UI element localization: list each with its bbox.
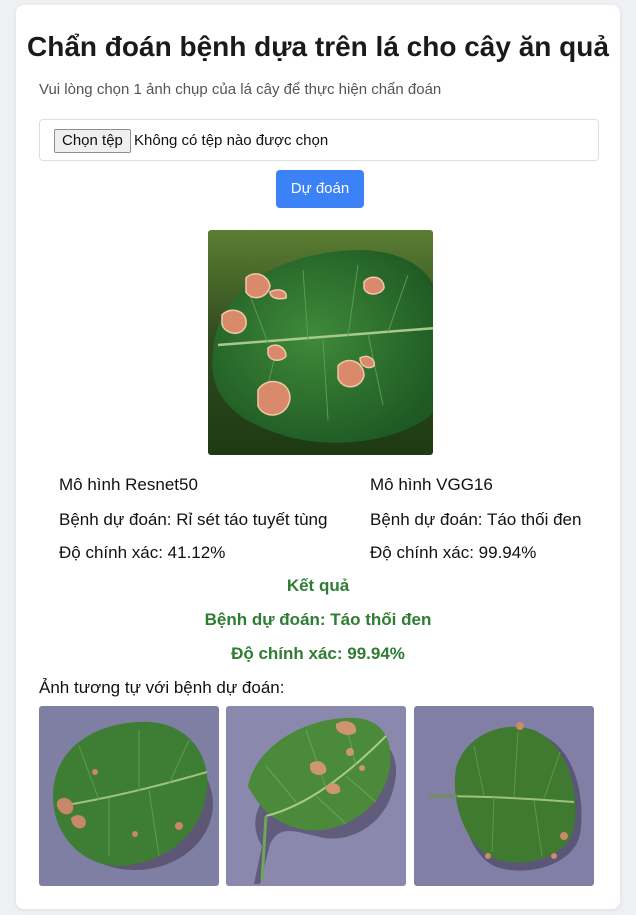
vgg-predicted-disease: Bệnh dự đoán: Táo thối đen [370, 510, 582, 529]
result-disease: Bệnh dự đoán: Táo thối đen [204, 610, 432, 629]
choose-file-button[interactable]: Chọn tệp [54, 129, 131, 153]
predict-button[interactable]: Dự đoán [276, 170, 364, 208]
result-heading: Kết quả [286, 576, 350, 595]
similar-image-1 [39, 706, 219, 886]
file-status-text: Không có tệp nào được chọn [134, 132, 329, 149]
resnet-accuracy: Độ chính xác: 41.12% [59, 543, 226, 562]
resnet-predicted-disease: Bệnh dự đoán: Rỉ sét táo tuyết tùng [59, 510, 328, 529]
diagnosis-card: Chẩn đoán bệnh dựa trên lá cho cây ăn qu… [16, 5, 620, 909]
vgg-model-name: Mô hình VGG16 [370, 475, 493, 494]
resnet-model-name: Mô hình Resnet50 [59, 475, 198, 494]
page-subtitle: Vui lòng chọn 1 ảnh chụp của lá cây để t… [39, 81, 442, 98]
similar-image-2 [226, 706, 406, 886]
similar-image-3 [414, 706, 594, 886]
result-accuracy: Độ chính xác: 99.94% [231, 644, 405, 663]
uploaded-leaf-image [208, 230, 433, 455]
file-input[interactable]: Chọn tệp Không có tệp nào được chọn [39, 119, 599, 161]
vgg-accuracy: Độ chính xác: 99.94% [370, 543, 537, 562]
page-title: Chẩn đoán bệnh dựa trên lá cho cây ăn qu… [27, 31, 609, 62]
similar-images-title: Ảnh tương tự với bệnh dự đoán: [39, 678, 285, 697]
